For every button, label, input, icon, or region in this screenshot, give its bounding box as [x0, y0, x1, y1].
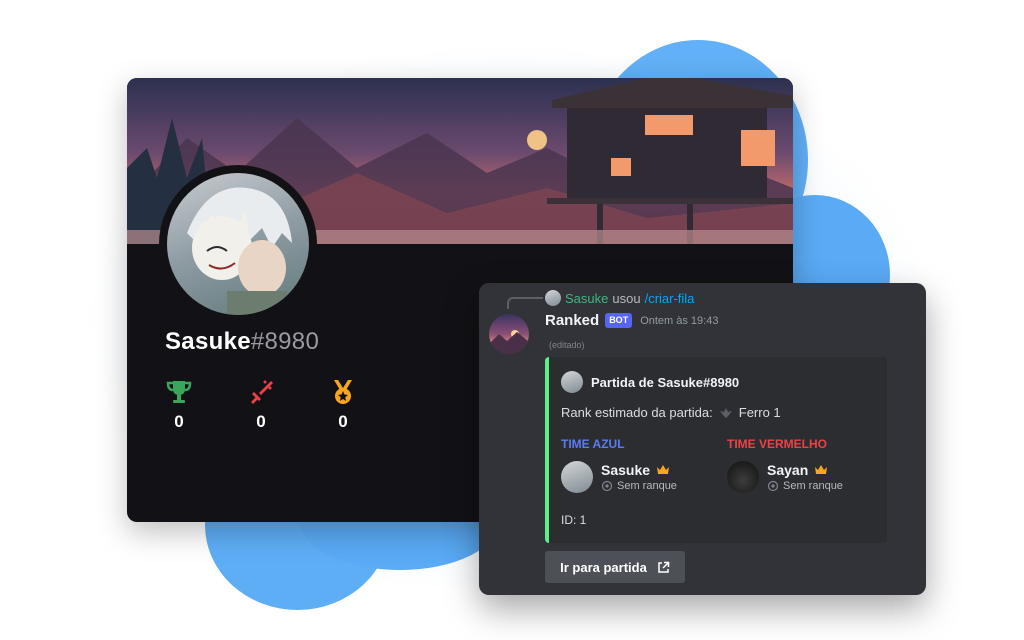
team-red-player: Sayan Sem ranque [727, 461, 843, 493]
player-rank: Sem ranque [767, 480, 843, 492]
player-avatar[interactable] [561, 461, 593, 493]
avatar-image [167, 173, 309, 315]
stat-medals: 0 [323, 378, 363, 432]
discord-message-card: Sasuke usou /criar-fila Ranked BOT Ontem… [479, 283, 926, 595]
reply-command[interactable]: /criar-fila [645, 291, 695, 306]
player-name[interactable]: Sasuke [601, 462, 650, 478]
embed-author: Partida de Sasuke#8980 [561, 371, 739, 393]
reply-avatar [545, 290, 561, 306]
profile-name: Sasuke#8980 [165, 328, 319, 356]
stat-kills: 0 [241, 378, 281, 432]
player-name[interactable]: Sayan [767, 462, 808, 478]
reply-username[interactable]: Sasuke [565, 291, 608, 306]
estimated-rank: Rank estimado da partida: Ferro 1 [561, 405, 781, 420]
crown-icon [657, 465, 670, 474]
trophy-icon [166, 381, 192, 403]
rank-value: Ferro 1 [738, 405, 781, 420]
sword-icon [251, 380, 273, 404]
edited-label: (editado) [549, 340, 585, 350]
message-timestamp: Ontem às 19:43 [640, 314, 719, 327]
external-link-icon [658, 561, 670, 573]
unranked-icon [767, 480, 779, 492]
team-red-title: TIME VERMELHO [727, 437, 828, 451]
medal-icon [334, 380, 352, 404]
crown-icon [815, 465, 828, 474]
bot-name[interactable]: Ranked [545, 312, 599, 329]
bot-avatar[interactable] [489, 314, 529, 354]
bot-badge: BOT [605, 313, 633, 328]
team-blue-title: TIME AZUL [561, 437, 625, 451]
reply-connector [507, 297, 543, 309]
go-to-match-label: Ir para partida [560, 559, 647, 575]
reply-used-text: usou [612, 290, 641, 306]
match-embed: Partida de Sasuke#8980 Rank estimado da … [545, 357, 887, 543]
team-blue-player: Sasuke Sem ranque [561, 461, 677, 493]
rank-label: Rank estimado da partida: [561, 405, 713, 420]
player-avatar[interactable] [727, 461, 759, 493]
go-to-match-button[interactable]: Ir para partida [545, 551, 685, 583]
embed-author-avatar [561, 371, 583, 393]
reply-reference[interactable]: Sasuke usou /criar-fila [545, 290, 694, 306]
player-rank-text: Sem ranque [783, 480, 843, 492]
stat-kills-value: 0 [256, 412, 266, 431]
stat-wins: 0 [159, 378, 199, 432]
iron-rank-icon [719, 407, 732, 418]
message-header: Ranked BOT Ontem às 19:43 [545, 312, 718, 329]
stat-medals-value: 0 [338, 412, 348, 431]
player-rank-text: Sem ranque [617, 480, 677, 492]
user-discriminator: #8980 [250, 328, 320, 355]
profile-avatar[interactable] [159, 165, 317, 323]
username: Sasuke [165, 328, 251, 355]
unranked-icon [601, 480, 613, 492]
stat-wins-value: 0 [174, 412, 184, 431]
match-id: ID: 1 [561, 513, 587, 527]
embed-author-name: Partida de Sasuke#8980 [591, 374, 740, 390]
player-rank: Sem ranque [601, 480, 677, 492]
